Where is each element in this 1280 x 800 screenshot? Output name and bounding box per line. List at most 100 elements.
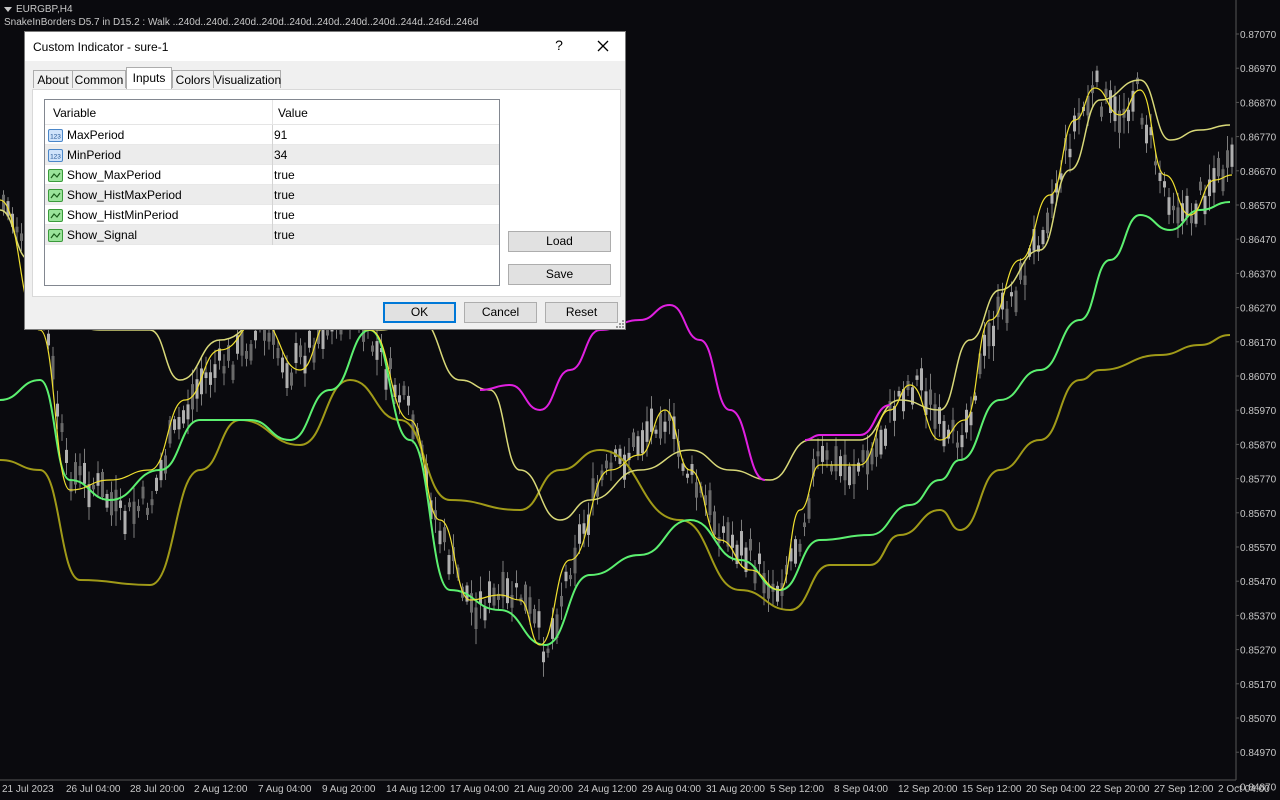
candle-body bbox=[474, 607, 478, 630]
candle-body bbox=[92, 484, 95, 490]
input-row[interactable]: Show_Signal true bbox=[45, 225, 499, 245]
reset-button[interactable]: Reset bbox=[545, 302, 618, 323]
help-button[interactable]: ? bbox=[549, 37, 569, 53]
variable-value[interactable]: true bbox=[274, 185, 295, 205]
candle-body bbox=[546, 648, 550, 653]
candle-body bbox=[1068, 148, 1072, 158]
candle-body bbox=[1199, 181, 1202, 191]
resize-grip-icon[interactable] bbox=[616, 320, 624, 328]
row-separator bbox=[272, 225, 273, 245]
integer-icon: 123 bbox=[48, 128, 63, 142]
input-row[interactable]: 123 MaxPeriod 91 bbox=[45, 125, 499, 145]
candle-body bbox=[294, 343, 298, 363]
svg-text:123: 123 bbox=[50, 134, 61, 141]
price-tick-label: 0.85270 bbox=[1240, 646, 1277, 657]
candle-body bbox=[537, 611, 541, 628]
candle-body bbox=[299, 345, 302, 358]
inputs-grid[interactable]: Variable Value 123 MaxPeriod 91 123 MinPerio… bbox=[44, 99, 500, 286]
variable-name: MaxPeriod bbox=[67, 128, 125, 142]
candle-body bbox=[123, 510, 127, 535]
variable-value[interactable]: 34 bbox=[274, 145, 287, 165]
tab-visualization[interactable]: Visualization bbox=[213, 70, 281, 88]
candle-body bbox=[933, 404, 937, 429]
column-header-variable[interactable]: Variable bbox=[53, 106, 96, 120]
candle-body bbox=[483, 607, 487, 621]
candle-body bbox=[578, 524, 581, 544]
candle-body bbox=[942, 421, 946, 447]
variable-name: Show_MaxPeriod bbox=[67, 168, 162, 182]
candle-body bbox=[573, 547, 577, 574]
candle-body bbox=[609, 462, 613, 469]
candle-body bbox=[956, 442, 959, 448]
candle-body bbox=[371, 345, 374, 352]
variable-value[interactable]: true bbox=[274, 225, 295, 245]
candle-body bbox=[987, 322, 991, 347]
candle-body bbox=[254, 330, 257, 341]
collapse-triangle-icon[interactable] bbox=[4, 6, 12, 12]
candle-body bbox=[204, 372, 208, 379]
ok-button[interactable]: OK bbox=[383, 302, 456, 323]
input-row[interactable]: Show_MaxPeriod true bbox=[45, 165, 499, 185]
price-tick-label: 0.87070 bbox=[1240, 30, 1277, 41]
input-row[interactable]: 123 MinPeriod 34 bbox=[45, 145, 499, 165]
candle-body bbox=[758, 553, 761, 565]
tab-about[interactable]: About bbox=[33, 70, 73, 88]
candle-body bbox=[1154, 161, 1157, 166]
column-header-value[interactable]: Value bbox=[278, 106, 308, 120]
variable-value[interactable]: true bbox=[274, 205, 295, 225]
candle-body bbox=[1226, 150, 1229, 168]
save-button[interactable]: Save bbox=[508, 264, 611, 285]
candle-body bbox=[542, 651, 545, 663]
candle-body bbox=[56, 403, 59, 417]
tab-inputs[interactable]: Inputs bbox=[126, 67, 172, 89]
row-separator bbox=[272, 205, 273, 225]
tab-common[interactable]: Common bbox=[72, 70, 126, 88]
candle-body bbox=[992, 325, 995, 347]
candle-body bbox=[249, 344, 253, 361]
input-row[interactable]: Show_HistMinPeriod true bbox=[45, 205, 499, 225]
row-separator bbox=[272, 145, 273, 165]
load-button[interactable]: Load bbox=[508, 231, 611, 252]
candle-body bbox=[245, 350, 248, 359]
variable-value[interactable]: true bbox=[274, 165, 295, 185]
candle-body bbox=[501, 571, 505, 598]
svg-text:123: 123 bbox=[50, 154, 61, 161]
candle-body bbox=[1014, 290, 1018, 313]
price-tick-label: 0.85470 bbox=[1240, 577, 1277, 588]
candle-body bbox=[492, 587, 496, 606]
candle-body bbox=[1140, 117, 1144, 125]
candle-body bbox=[915, 375, 919, 380]
time-tick-label: 20 Sep 04:00 bbox=[1026, 784, 1086, 795]
candle-body bbox=[398, 395, 401, 403]
candle-body bbox=[884, 428, 887, 446]
candle-body bbox=[375, 341, 379, 360]
candle-body bbox=[285, 363, 289, 389]
candle-body bbox=[119, 500, 122, 508]
candle-body bbox=[1194, 203, 1198, 224]
price-tick-label: 0.86970 bbox=[1240, 64, 1277, 75]
variable-name: Show_Signal bbox=[67, 228, 138, 242]
candle-body bbox=[209, 372, 212, 385]
candle-body bbox=[807, 498, 811, 519]
variable-value[interactable]: 91 bbox=[274, 125, 287, 145]
candle-body bbox=[1163, 181, 1166, 188]
candle-body bbox=[1145, 124, 1148, 144]
candle-body bbox=[83, 462, 86, 484]
candle-body bbox=[866, 450, 869, 475]
candle-body bbox=[929, 389, 932, 405]
candle-body bbox=[1073, 115, 1076, 132]
time-tick-label: 22 Sep 20:00 bbox=[1090, 784, 1150, 795]
time-tick-label: 5 Sep 12:00 bbox=[770, 784, 824, 795]
candle-body bbox=[816, 451, 820, 457]
candle-body bbox=[731, 534, 734, 548]
cancel-button[interactable]: Cancel bbox=[464, 302, 537, 323]
candle-body bbox=[146, 507, 149, 515]
input-row[interactable]: Show_HistMaxPeriod true bbox=[45, 185, 499, 205]
candle-body bbox=[402, 385, 406, 396]
time-tick-label: 9 Aug 20:00 bbox=[322, 784, 376, 795]
dialog-titlebar[interactable]: Custom Indicator - sure-1 ? bbox=[25, 32, 625, 61]
close-button[interactable] bbox=[591, 35, 615, 57]
tab-colors[interactable]: Colors bbox=[172, 70, 214, 88]
price-tick-label: 0.86670 bbox=[1240, 167, 1277, 178]
candle-body bbox=[132, 501, 136, 524]
